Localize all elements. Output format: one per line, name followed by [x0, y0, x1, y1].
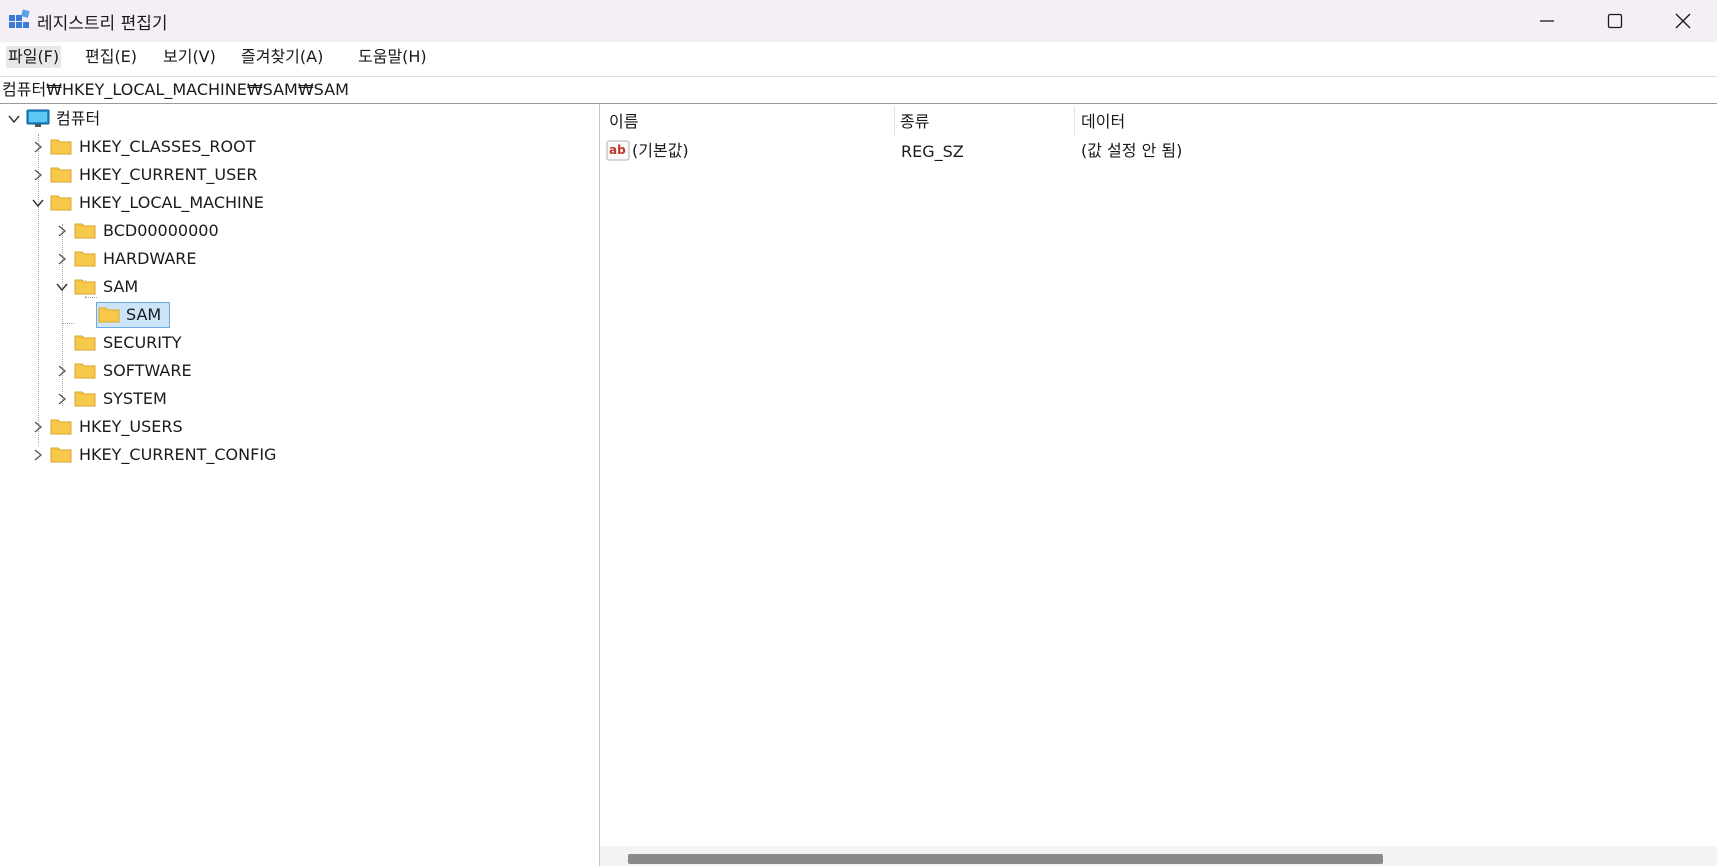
value-data: (값 설정 안 됨) — [1081, 141, 1183, 160]
tree-node-bcd[interactable]: BCD00000000 — [0, 218, 300, 244]
tree-node-hkey-current-config[interactable]: HKEY_CURRENT_CONFIG — [0, 442, 300, 468]
address-path[interactable]: 컴퓨터₩HKEY_LOCAL_MACHINE₩SAM₩SAM — [2, 80, 349, 100]
chevron-right-icon[interactable] — [31, 448, 45, 462]
tree-node-label: HKEY_LOCAL_MACHINE — [79, 193, 264, 212]
close-icon — [1675, 13, 1691, 29]
close-button[interactable] — [1649, 0, 1717, 42]
column-header-type[interactable]: 종류 — [900, 109, 929, 135]
folder-icon — [50, 195, 72, 211]
tree-node-label: SECURITY — [103, 333, 182, 352]
tree-node-software[interactable]: SOFTWARE — [0, 358, 300, 384]
tree-node-label: HKEY_USERS — [79, 417, 183, 436]
chevron-right-icon[interactable] — [31, 420, 45, 434]
minimize-button[interactable] — [1513, 0, 1581, 42]
folder-icon — [74, 251, 96, 267]
maximize-button[interactable] — [1581, 0, 1649, 42]
tree-node-sam[interactable]: SAM — [0, 274, 300, 300]
folder-icon — [74, 223, 96, 239]
folder-icon — [74, 363, 96, 379]
pane-splitter[interactable] — [592, 104, 600, 866]
chevron-right-icon[interactable] — [55, 364, 69, 378]
folder-icon — [74, 335, 96, 351]
tree-node-system[interactable]: SYSTEM — [0, 386, 300, 412]
chevron-down-icon[interactable] — [7, 112, 21, 126]
tree-node-label: SAM — [103, 277, 139, 296]
menu-file[interactable]: 파일(F) — [6, 46, 62, 68]
horizontal-scrollbar[interactable] — [600, 846, 1717, 866]
menu-view[interactable]: 보기(V) — [161, 46, 218, 68]
string-value-icon: ab — [606, 140, 630, 161]
tree-node-computer[interactable]: 컴퓨터 — [0, 106, 300, 132]
menu-bar: 파일(F) 편집(E) 보기(V) 즐겨찾기(A) 도움말(H) — [0, 42, 1717, 72]
window-title: 레지스트리 편집기 — [37, 14, 168, 34]
folder-icon — [98, 307, 120, 323]
menu-help[interactable]: 도움말(H) — [356, 46, 429, 68]
tree-node-hardware[interactable]: HARDWARE — [0, 246, 300, 272]
maximize-icon — [1607, 13, 1623, 29]
values-pane[interactable]: 이름 종류 데이터 ab (기본값) REG_SZ (값 설정 안 됨) — [600, 104, 1717, 866]
folder-icon — [50, 447, 72, 463]
menu-favorites[interactable]: 즐겨찾기(A) — [239, 46, 325, 68]
tree-node-label: BCD00000000 — [103, 221, 219, 240]
folder-icon — [50, 167, 72, 183]
tree-node-hkey-users[interactable]: HKEY_USERS — [0, 414, 300, 440]
chevron-right-icon[interactable] — [31, 140, 45, 154]
tree-node-label: HKEY_CLASSES_ROOT — [79, 137, 256, 156]
tree-node-label: 컴퓨터 — [56, 109, 101, 128]
registry-editor-icon — [8, 9, 30, 31]
tree-node-hkey-local-machine[interactable]: HKEY_LOCAL_MACHINE — [0, 190, 300, 216]
tree-node-hkey-classes-root[interactable]: HKEY_CLASSES_ROOT — [0, 134, 300, 160]
menu-edit[interactable]: 편집(E) — [83, 46, 139, 68]
minimize-icon — [1540, 20, 1554, 22]
tree-node-label: SOFTWARE — [103, 361, 192, 380]
tree-node-security[interactable]: SECURITY — [0, 330, 300, 356]
folder-icon — [74, 279, 96, 295]
value-type: REG_SZ — [901, 142, 964, 161]
chevron-right-icon[interactable] — [55, 224, 69, 238]
column-header-name[interactable]: 이름 — [609, 109, 638, 135]
chevron-right-icon[interactable] — [31, 168, 45, 182]
tree-node-label: SAM — [126, 305, 162, 324]
tree-pane[interactable]: 컴퓨터 HKEY_CLASSES_ROOT HKEY_CURRENT_USER … — [0, 104, 593, 866]
tree-node-label: HARDWARE — [103, 249, 197, 268]
folder-icon — [50, 419, 72, 435]
folder-icon — [50, 139, 72, 155]
tree-node-label: HKEY_CURRENT_USER — [79, 165, 258, 184]
chevron-down-icon[interactable] — [55, 280, 69, 294]
column-divider[interactable] — [1074, 106, 1075, 136]
tree-node-sam-sam-selected[interactable]: SAM — [0, 302, 300, 328]
tree-node-label: SYSTEM — [103, 389, 167, 408]
computer-icon — [26, 109, 50, 127]
chevron-right-icon[interactable] — [55, 392, 69, 406]
value-name: (기본값) — [632, 141, 689, 160]
address-bar[interactable]: 컴퓨터₩HKEY_LOCAL_MACHINE₩SAM₩SAM — [0, 76, 1717, 104]
folder-icon — [74, 391, 96, 407]
table-row[interactable]: ab (기본값) REG_SZ (값 설정 안 됨) — [600, 138, 1717, 164]
svg-text:ab: ab — [609, 143, 626, 157]
chevron-down-icon[interactable] — [31, 196, 45, 210]
tree-node-label: HKEY_CURRENT_CONFIG — [79, 445, 277, 464]
column-divider[interactable] — [894, 106, 895, 136]
title-bar: 레지스트리 편집기 — [0, 0, 1717, 42]
tree-node-hkey-current-user[interactable]: HKEY_CURRENT_USER — [0, 162, 300, 188]
scrollbar-thumb[interactable] — [628, 854, 1383, 864]
column-header-data[interactable]: 데이터 — [1081, 109, 1125, 135]
chevron-right-icon[interactable] — [55, 252, 69, 266]
